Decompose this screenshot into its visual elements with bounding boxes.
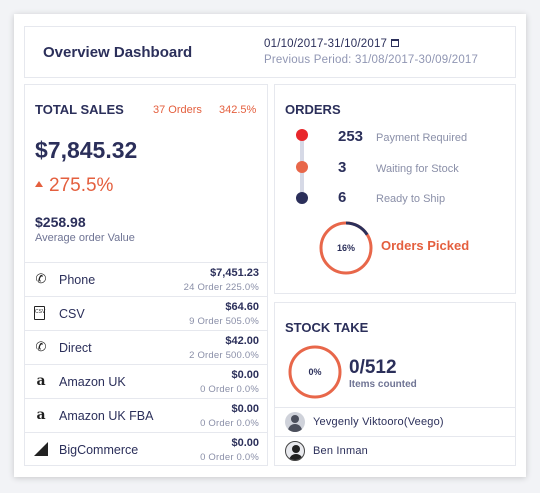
dashboard-card: Overview Dashboard 01/10/2017-31/10/2017… xyxy=(14,14,526,477)
total-sales-panel: TOTAL SALES 37 Orders 342.5% $7,845.32 2… xyxy=(24,84,268,466)
sales-growth-value: 275.5% xyxy=(49,175,114,196)
channel-detail: 0 Order 0.0% xyxy=(200,384,259,395)
channel-row-phone[interactable]: ✆ Phone $7,451.23 24 Order 225.0% xyxy=(25,262,267,296)
channel-detail: 2 Order 500.0% xyxy=(189,350,259,361)
channel-row-amazon-uk[interactable]: a Amazon UK $0.00 0 Order 0.0% xyxy=(25,364,267,398)
channel-detail: 9 Order 505.0% xyxy=(189,316,259,327)
channel-name: Amazon UK xyxy=(59,375,126,389)
stock-take-ring: 0% xyxy=(288,345,342,399)
user-row[interactable]: Yevgenly Viktooro(Veego) xyxy=(275,407,515,436)
channel-name: Direct xyxy=(59,341,92,355)
channel-detail: 24 Order 225.0% xyxy=(183,282,259,293)
phone-icon: ✆ xyxy=(35,339,47,354)
channel-name: BigCommerce xyxy=(59,443,139,457)
order-status-waiting[interactable]: Waiting for Stock xyxy=(376,163,459,175)
bigcommerce-icon xyxy=(34,442,48,456)
up-arrow-icon xyxy=(35,181,43,187)
csv-file-icon: CSV xyxy=(34,306,45,320)
user-name: Yevgenly Viktooro(Veego) xyxy=(313,416,444,428)
status-dot-ready xyxy=(296,192,308,204)
order-count-ready[interactable]: 6 xyxy=(338,189,346,206)
stock-percent: 0% xyxy=(308,367,321,377)
channel-amount: $0.00 xyxy=(231,437,259,449)
total-sales-amount: $7,845.32 xyxy=(35,137,138,163)
order-count-waiting[interactable]: 3 xyxy=(338,159,346,176)
channel-detail: 0 Order 0.0% xyxy=(200,452,259,463)
channel-name: CSV xyxy=(59,307,85,321)
date-range-picker[interactable]: 01/10/2017-31/10/2017 xyxy=(264,38,400,50)
amazon-icon: a xyxy=(36,407,46,423)
items-counted-label: Items counted xyxy=(349,379,417,390)
channel-row-csv[interactable]: CSV CSV $64.60 9 Order 505.0% xyxy=(25,296,267,330)
channel-amount: $64.60 xyxy=(225,301,259,313)
channel-row-amazon-uk-fba[interactable]: a Amazon UK FBA $0.00 0 Order 0.0% xyxy=(25,398,267,432)
total-orders-percent: 342.5% xyxy=(219,104,257,116)
order-status-payment[interactable]: Payment Required xyxy=(376,132,467,144)
avatar xyxy=(285,412,305,432)
status-dot-payment xyxy=(296,129,308,141)
average-order-value: $258.98 xyxy=(35,214,86,230)
channel-row-bigcommerce[interactable]: BigCommerce $0.00 0 Order 0.0% xyxy=(25,432,267,466)
channel-amount: $7,451.23 xyxy=(210,267,259,279)
order-count-payment[interactable]: 253 xyxy=(338,128,363,145)
channel-amount: $0.00 xyxy=(231,403,259,415)
picked-percent: 16% xyxy=(337,243,355,253)
orders-picked-label: Orders Picked xyxy=(381,238,470,253)
date-range-text: 01/10/2017-31/10/2017 xyxy=(264,38,388,50)
channel-detail: 0 Order 0.0% xyxy=(200,418,259,429)
average-order-label: Average order Value xyxy=(35,232,135,244)
amazon-icon: a xyxy=(36,373,46,389)
page-title: Overview Dashboard xyxy=(43,44,193,61)
previous-period: Previous Period: 31/08/2017-30/09/2017 xyxy=(264,54,479,66)
channel-amount: $0.00 xyxy=(231,369,259,381)
calendar-icon[interactable] xyxy=(391,39,400,47)
orders-heading: ORDERS xyxy=(285,102,341,117)
order-status-ready[interactable]: Ready to Ship xyxy=(376,193,445,205)
sales-growth: 275.5% xyxy=(35,175,113,197)
phone-icon: ✆ xyxy=(35,271,47,286)
user-row[interactable]: Ben Inman xyxy=(275,436,515,465)
items-counted-value: 0/512 xyxy=(349,357,397,378)
stock-take-panel: STOCK TAKE 0% 0/512 Items counted Yevgen… xyxy=(274,302,516,466)
orders-panel: ORDERS 253 Payment Required 3 Waiting fo… xyxy=(274,84,516,294)
channel-name: Phone xyxy=(59,273,96,287)
channel-amount: $42.00 xyxy=(225,335,259,347)
total-sales-heading: TOTAL SALES xyxy=(35,102,124,117)
dashboard-header: Overview Dashboard 01/10/2017-31/10/2017… xyxy=(24,26,516,78)
orders-picked-ring: 16% xyxy=(319,221,373,275)
user-name: Ben Inman xyxy=(313,445,369,457)
total-orders-count: 37 Orders xyxy=(153,104,202,116)
avatar xyxy=(285,441,305,461)
stock-take-heading: STOCK TAKE xyxy=(285,320,369,335)
status-dot-waiting xyxy=(296,161,308,173)
channel-name: Amazon UK FBA xyxy=(59,409,154,423)
channel-row-direct[interactable]: ✆ Direct $42.00 2 Order 500.0% xyxy=(25,330,267,364)
